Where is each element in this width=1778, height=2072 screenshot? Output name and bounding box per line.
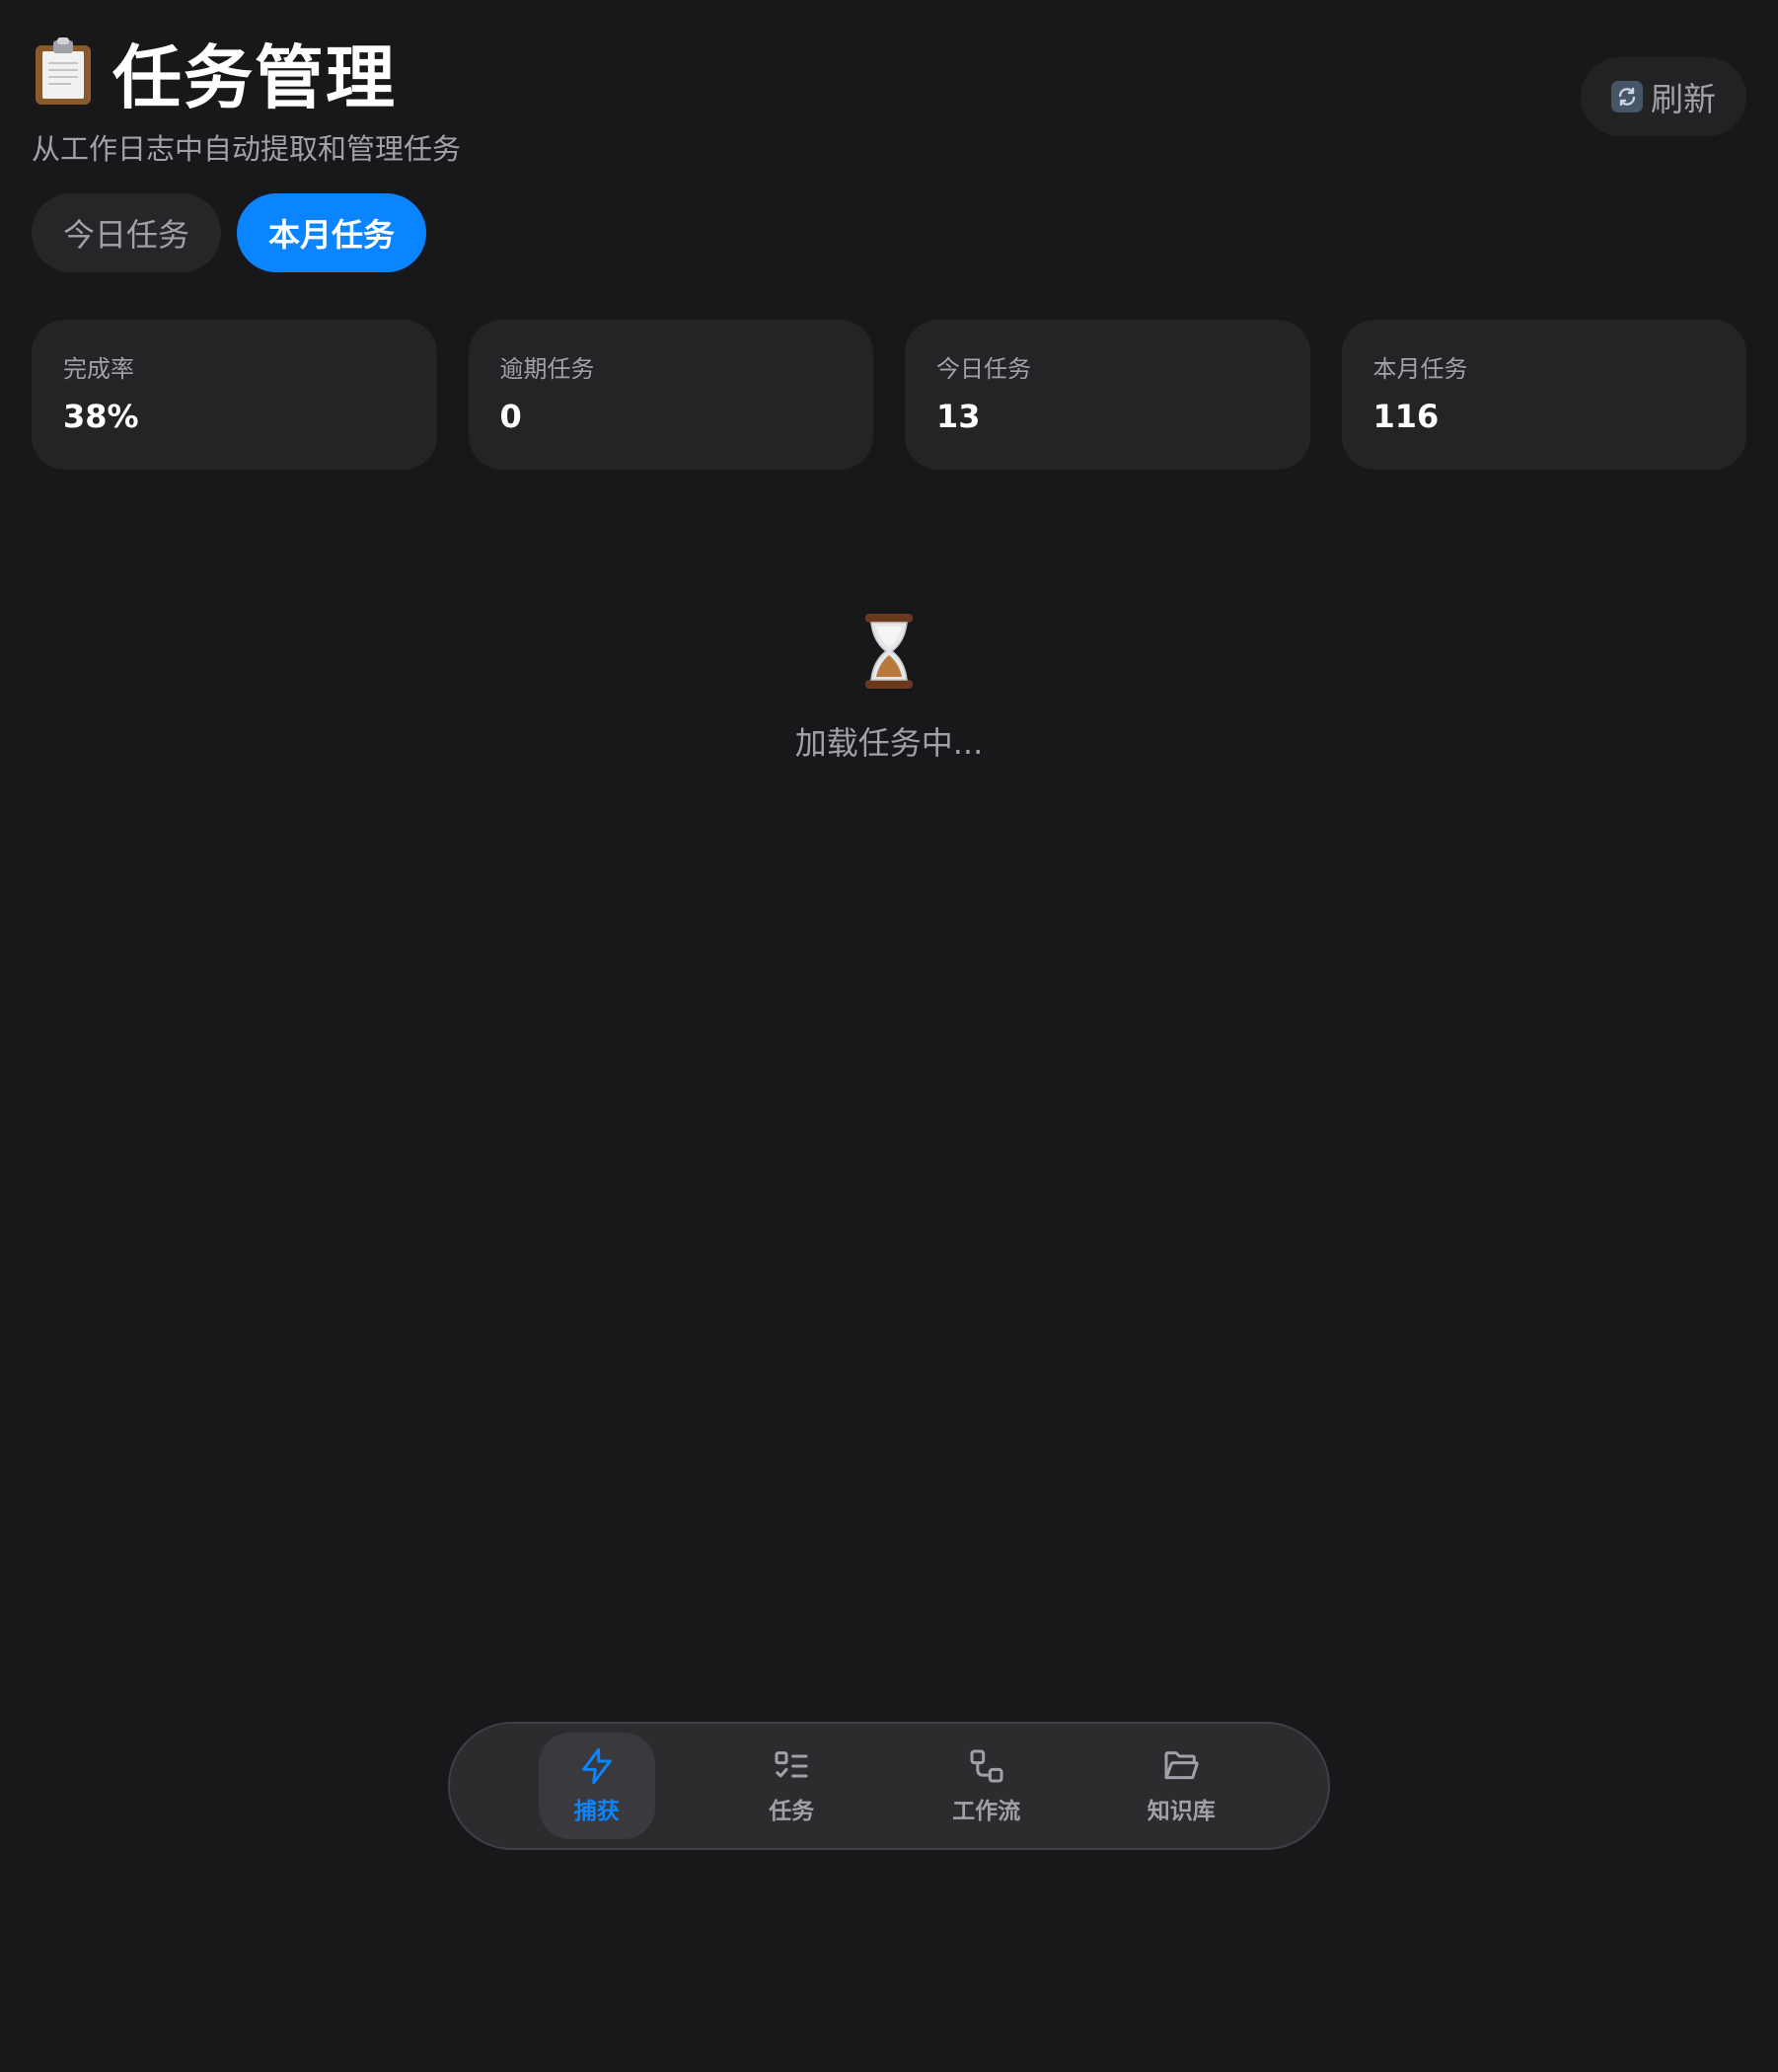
stat-card-overdue: 逾期任务 0 xyxy=(468,320,873,470)
refresh-icon xyxy=(1611,81,1643,112)
lightning-icon xyxy=(581,1747,612,1785)
stat-value: 38% xyxy=(63,398,139,435)
bottom-navigation: 捕获 任务 工作流 知识库 xyxy=(448,1722,1330,1850)
nav-item-knowledge-base[interactable]: 知识库 xyxy=(1123,1733,1239,1839)
period-tabs: 今日任务 本月任务 xyxy=(32,193,427,272)
tab-label: 本月任务 xyxy=(268,216,396,254)
tab-today-tasks[interactable]: 今日任务 xyxy=(32,193,222,272)
refresh-label: 刷新 xyxy=(1651,80,1716,118)
nav-label: 捕获 xyxy=(573,1799,620,1824)
tab-label: 今日任务 xyxy=(63,216,190,254)
nav-item-capture[interactable]: 捕获 xyxy=(538,1733,655,1839)
stat-value: 116 xyxy=(1372,398,1440,435)
stat-label: 逾期任务 xyxy=(499,355,595,383)
page-subtitle: 从工作日志中自动提取和管理任务 xyxy=(32,132,462,166)
nav-label: 任务 xyxy=(769,1799,815,1824)
folder-open-icon xyxy=(1164,1751,1199,1780)
nav-item-workflow[interactable]: 工作流 xyxy=(928,1733,1045,1839)
loading-state: 加载任务中... xyxy=(0,612,1778,764)
stat-label: 本月任务 xyxy=(1372,355,1468,383)
title-row: 任务管理 xyxy=(32,30,1748,118)
task-management-page: 任务管理 从工作日志中自动提取和管理任务 刷新 今日任务 本月任务 完成率 38… xyxy=(0,0,1778,2072)
hourglass-icon xyxy=(859,612,919,691)
stat-card-today: 今日任务 13 xyxy=(905,320,1310,470)
page-title: 任务管理 xyxy=(112,37,397,118)
refresh-button[interactable]: 刷新 xyxy=(1581,57,1746,136)
workflow-icon xyxy=(970,1749,1003,1783)
stat-label: 完成率 xyxy=(63,355,134,383)
stat-value: 0 xyxy=(499,398,522,435)
clipboard-icon xyxy=(32,37,95,107)
nav-label: 工作流 xyxy=(952,1799,1021,1824)
page-header: 任务管理 从工作日志中自动提取和管理任务 xyxy=(32,30,1748,167)
stats-row: 完成率 38% 逾期任务 0 今日任务 13 本月任务 116 xyxy=(32,320,1746,470)
loading-text: 加载任务中... xyxy=(794,724,984,762)
stat-label: 今日任务 xyxy=(936,355,1031,383)
stat-card-month: 本月任务 116 xyxy=(1341,320,1746,470)
nav-label: 知识库 xyxy=(1147,1799,1216,1824)
nav-item-tasks[interactable]: 任务 xyxy=(733,1733,850,1839)
stat-value: 13 xyxy=(936,398,981,435)
checklist-icon xyxy=(775,1751,808,1778)
stat-card-completion-rate: 完成率 38% xyxy=(32,320,437,470)
tab-month-tasks[interactable]: 本月任务 xyxy=(237,193,427,272)
